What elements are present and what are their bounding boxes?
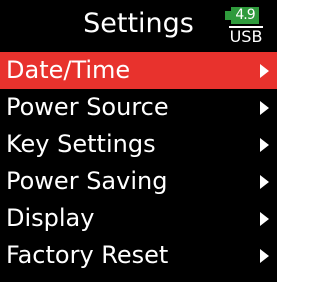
settings-menu: Date/Time Power Source Key Settings Powe… — [0, 52, 277, 274]
menu-item-label: Power Saving — [6, 167, 168, 195]
chevron-right-icon — [260, 249, 269, 263]
menu-item-label: Factory Reset — [6, 241, 169, 269]
menu-item-key-settings[interactable]: Key Settings — [0, 126, 277, 163]
chevron-right-icon — [260, 212, 269, 226]
menu-item-label: Power Source — [6, 93, 169, 121]
menu-item-display[interactable]: Display — [0, 200, 277, 237]
menu-item-date-time[interactable]: Date/Time — [0, 52, 277, 89]
menu-item-power-source[interactable]: Power Source — [0, 89, 277, 126]
chevron-right-icon — [260, 175, 269, 189]
menu-item-label: Date/Time — [6, 56, 131, 84]
chevron-right-icon — [260, 64, 269, 78]
settings-screen: Settings 4.9 USB Date/Time Power Source … — [0, 0, 277, 282]
chevron-right-icon — [260, 138, 269, 152]
menu-item-factory-reset[interactable]: Factory Reset — [0, 237, 277, 274]
menu-item-label: Display — [6, 204, 95, 232]
battery-level: 4.9 — [231, 7, 259, 24]
menu-item-power-saving[interactable]: Power Saving — [0, 163, 277, 200]
chevron-right-icon — [260, 101, 269, 115]
power-source-indicator: USB — [229, 26, 263, 46]
menu-item-label: Key Settings — [6, 130, 156, 158]
